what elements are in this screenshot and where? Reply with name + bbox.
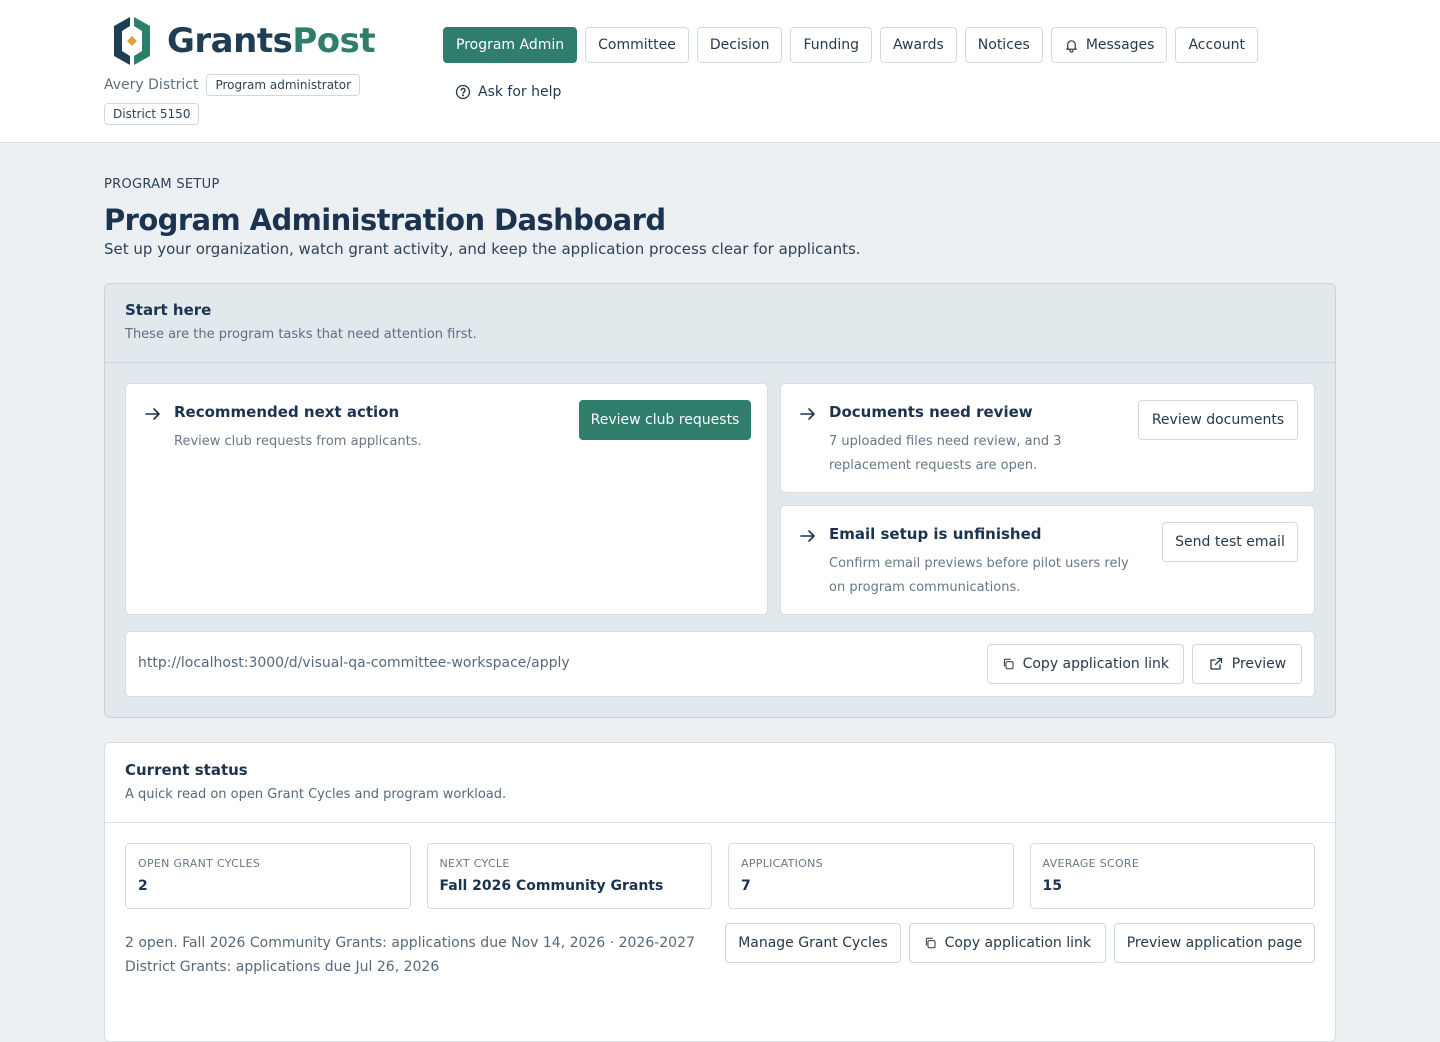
- application-url: http://localhost:3000/d/visual-qa-commit…: [138, 655, 570, 671]
- org-name: Avery District: [104, 77, 199, 93]
- start-here-body: Recommended next action Review club requ…: [105, 363, 1335, 717]
- stat-average-score: AVERAGE SCORE 15: [1029, 843, 1315, 909]
- stat-label: AVERAGE SCORE: [1042, 857, 1140, 870]
- brand-name-part1: Grants: [167, 21, 293, 61]
- nav-funding[interactable]: Funding: [790, 27, 873, 63]
- manage-grant-cycles-button[interactable]: Manage Grant Cycles: [725, 923, 901, 963]
- preview-button[interactable]: Preview: [1192, 644, 1302, 684]
- district-badge: District 5150: [104, 103, 200, 125]
- start-here-title: Start here: [125, 301, 212, 319]
- main-nav: Program Admin Committee Decision Funding…: [443, 27, 1258, 63]
- documents-review-title: Documents need review: [829, 403, 1033, 421]
- start-here-panel: Start here These are the program tasks t…: [104, 283, 1336, 718]
- logo-icon: [114, 17, 150, 65]
- ask-for-help-label: Ask for help: [478, 84, 562, 100]
- page-subtitle: Set up your organization, watch grant ac…: [104, 240, 861, 258]
- nav-account[interactable]: Account: [1175, 27, 1258, 63]
- nav-messages-label: Messages: [1085, 37, 1155, 53]
- page-eyebrow: PROGRAM SETUP: [104, 177, 220, 192]
- documents-review-card: Documents need review 7 uploaded files n…: [780, 383, 1315, 493]
- role-badge: Program administrator: [206, 74, 361, 96]
- org-line: Avery District Program administrator: [104, 74, 361, 96]
- copy-application-link-label: Copy application link: [944, 935, 1091, 951]
- main-content: PROGRAM SETUP Program Administration Das…: [104, 143, 1336, 1042]
- current-status-subtitle: A quick read on open Grant Cycles and pr…: [125, 787, 507, 802]
- external-link-icon: [1210, 657, 1222, 670]
- documents-review-desc: 7 uploaded files need review, and 3 repl…: [829, 434, 1062, 473]
- review-documents-button[interactable]: Review documents: [1138, 400, 1298, 440]
- application-link-bar: http://localhost:3000/d/visual-qa-commit…: [125, 631, 1315, 697]
- current-status-header: Current status A quick read on open Gran…: [105, 743, 1335, 823]
- help-circle-icon: [455, 84, 471, 100]
- page-title: Program Administration Dashboard: [104, 203, 666, 237]
- arrow-right-icon: [800, 408, 815, 420]
- brand[interactable]: GrantsPost: [104, 14, 376, 68]
- start-here-subtitle: These are the program tasks that need at…: [125, 327, 477, 342]
- nav-awards[interactable]: Awards: [880, 27, 957, 63]
- preview-application-page-button[interactable]: Preview application page: [1114, 923, 1315, 963]
- email-setup-desc: Confirm email previews before pilot user…: [829, 556, 1129, 595]
- bell-icon: [1066, 39, 1077, 53]
- send-test-email-button[interactable]: Send test email: [1162, 522, 1298, 562]
- recommended-action-card: Recommended next action Review club requ…: [125, 383, 768, 615]
- preview-label: Preview: [1231, 656, 1287, 672]
- stat-applications: APPLICATIONS 7: [728, 843, 1014, 909]
- brand-name: GrantsPost: [167, 21, 376, 61]
- grant-cycles-summary: 2 open. Fall 2026 Community Grants: appl…: [125, 935, 695, 975]
- current-status-title: Current status: [125, 761, 248, 779]
- copy-icon: [925, 937, 936, 949]
- recommended-action-title: Recommended next action: [174, 403, 400, 421]
- nav-committee[interactable]: Committee: [585, 27, 689, 63]
- ask-for-help-link[interactable]: Ask for help: [455, 84, 561, 100]
- email-setup-title: Email setup is unfinished: [829, 525, 1042, 543]
- stat-label: APPLICATIONS: [741, 857, 823, 870]
- copy-application-link-button-2[interactable]: Copy application link: [909, 923, 1106, 963]
- top-header: GrantsPost Avery District Program admini…: [0, 0, 1440, 143]
- nav-notices[interactable]: Notices: [964, 27, 1043, 63]
- nav-messages[interactable]: Messages: [1050, 27, 1168, 63]
- stat-value: Fall 2026 Community Grants: [439, 878, 664, 894]
- copy-icon: [1003, 658, 1014, 670]
- stat-value: 2: [138, 878, 148, 894]
- stat-label: NEXT CYCLE: [439, 857, 510, 870]
- email-setup-card: Email setup is unfinished Confirm email …: [780, 505, 1315, 615]
- copy-application-link-label: Copy application link: [1022, 656, 1169, 672]
- status-stats: OPEN GRANT CYCLES 2 NEXT CYCLE Fall 2026…: [105, 823, 1335, 909]
- status-footer: 2 open. Fall 2026 Community Grants: appl…: [105, 909, 1335, 989]
- stat-value: 15: [1042, 878, 1062, 894]
- arrow-right-icon: [145, 408, 160, 420]
- stat-label: OPEN GRANT CYCLES: [138, 857, 261, 870]
- recommended-action-desc: Review club requests from applicants.: [174, 434, 422, 449]
- start-here-header: Start here These are the program tasks t…: [105, 284, 1335, 363]
- arrow-right-icon: [800, 530, 815, 542]
- stat-open-grant-cycles: OPEN GRANT CYCLES 2: [125, 843, 411, 909]
- current-status-panel: Current status A quick read on open Gran…: [104, 742, 1336, 1042]
- stat-next-cycle: NEXT CYCLE Fall 2026 Community Grants: [426, 843, 712, 909]
- brand-name-part2: Post: [292, 21, 376, 61]
- copy-application-link-button[interactable]: Copy application link: [987, 644, 1184, 684]
- nav-program-admin[interactable]: Program Admin: [443, 27, 578, 63]
- stat-value: 7: [741, 878, 751, 894]
- nav-decision[interactable]: Decision: [696, 27, 783, 63]
- review-club-requests-button[interactable]: Review club requests: [579, 400, 751, 440]
